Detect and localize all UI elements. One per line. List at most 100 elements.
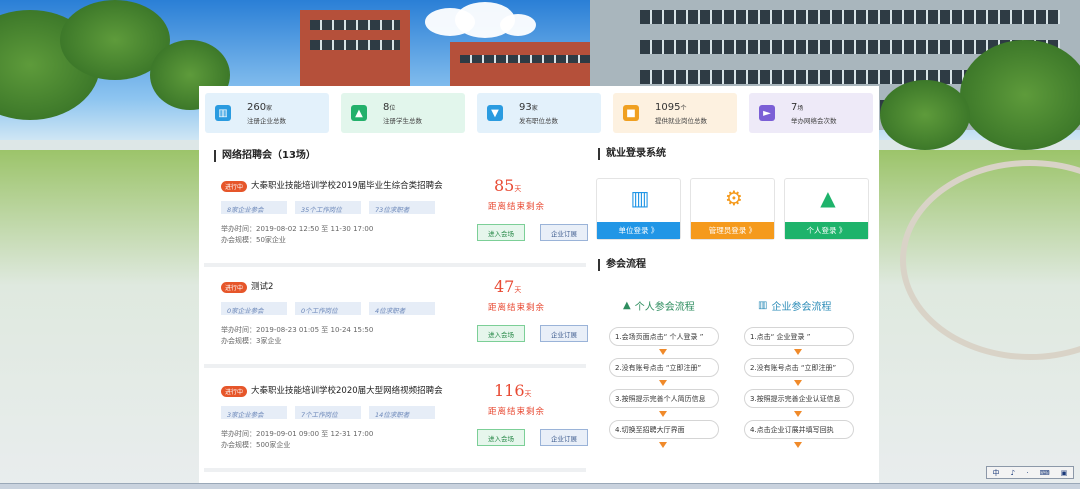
- ime-toolbar: 中 ♪ · ⌨ ▣: [986, 466, 1074, 479]
- flow-step: 3.按照提示完善企业认证信息: [744, 389, 854, 408]
- seeker-count-tag[interactable]: 73位求职者: [369, 201, 435, 214]
- down-arrow-icon: [794, 411, 802, 417]
- building-icon: ▥: [215, 105, 231, 121]
- countdown-label: 距离结束剩余: [488, 303, 546, 313]
- stat-unit: 个: [680, 104, 687, 112]
- stat-unit: 场: [797, 104, 804, 112]
- job-count-tag[interactable]: 7个工作岗位: [295, 406, 361, 419]
- stat-label: 举办网络会次数: [791, 116, 837, 125]
- stat-unit: 家: [531, 104, 538, 112]
- process-section-title: 参会流程: [598, 259, 646, 271]
- company-login-button[interactable]: 单位登录 》: [597, 222, 680, 239]
- enter-venue-button[interactable]: 进入会场: [477, 325, 525, 342]
- briefcase-icon: ■: [623, 105, 639, 121]
- stat-jobs: ■ 1095个提供就业岗位总数: [613, 93, 737, 133]
- fair-card: 进行中 测试2 0家企业参会 0个工作岗位 4位求职者 举办时间：2019-08…: [204, 271, 588, 368]
- countdown-days: 116: [494, 381, 525, 400]
- main-panel: ▥ 260家 注册企业总数 ▲ 8位 注册学生总数 ▼ 93家 发布职位总数 ■ 10…: [199, 86, 879, 486]
- countdown-label: 距离结束剩余: [488, 202, 546, 212]
- down-arrow-icon: [794, 380, 802, 386]
- stat-label: 发布职位总数: [519, 116, 558, 125]
- company-count-tag[interactable]: 8家企业参会: [221, 201, 287, 214]
- video-icon: ►: [759, 105, 775, 121]
- down-arrow-icon: [659, 442, 667, 448]
- fairs-section-title: 网络招聘会（13场）: [214, 150, 316, 162]
- down-arrow-icon: [659, 411, 667, 417]
- fair-title[interactable]: 大秦职业技能培训学校2019届毕业生综合类招聘会: [251, 179, 443, 191]
- admin-login-button[interactable]: 管理员登录 》: [691, 222, 774, 239]
- company-login-card[interactable]: ▥ 单位登录 》: [596, 178, 681, 240]
- stat-students: ▲ 8位 注册学生总数: [341, 93, 465, 133]
- graduation-cap-icon: ▲: [820, 186, 836, 210]
- company-subscribe-button[interactable]: 企业订展: [540, 325, 588, 342]
- stat-positions: ▼ 93家发布职位总数: [477, 93, 601, 133]
- tie-icon: ▼: [487, 105, 503, 121]
- status-badge: 进行中: [221, 386, 248, 397]
- company-flow: ▥ 企业参会流程 1.点击“ 企业登录 ” 2.没有账号点击 “立即注册” 3.按…: [744, 298, 854, 451]
- countdown-unit: 天: [514, 185, 522, 193]
- fair-time: 举办时间：2019-08-23 01:05 至 10-24 15:50: [221, 326, 374, 334]
- stat-value: 1095: [655, 101, 681, 113]
- building-icon: ▥: [758, 300, 768, 311]
- stat-label: 提供就业岗位总数: [655, 116, 707, 125]
- flow-step: 1.会场页面点击“ 个人登录 ”: [609, 327, 719, 346]
- stat-label: 注册企业总数: [247, 116, 286, 125]
- down-arrow-icon: [659, 380, 667, 386]
- admin-user-icon: ⚙: [725, 186, 743, 210]
- fair-title[interactable]: 测试2: [251, 280, 273, 292]
- fair-scale: 办会规模：500家企业: [221, 441, 291, 449]
- flow-step: 2.没有账号点击 “立即注册”: [609, 358, 719, 377]
- admin-login-card[interactable]: ⚙ 管理员登录 》: [690, 178, 775, 240]
- flow-step: 2.没有账号点击 “立即注册”: [744, 358, 854, 377]
- fair-card: 进行中 大秦职业技能培训学校2020届大型网络视频招聘会 3家企业参会 7个工作…: [204, 375, 588, 472]
- flow-step: 3.按照提示完善个人简历信息: [609, 389, 719, 408]
- stat-unit: 位: [389, 104, 396, 112]
- flow-title: 个人参会流程: [634, 302, 695, 313]
- fair-title[interactable]: 大秦职业技能培训学校2020届大型网络视频招聘会: [251, 384, 443, 396]
- stat-label: 注册学生总数: [383, 116, 422, 125]
- countdown-unit: 天: [524, 390, 532, 398]
- moon-icon[interactable]: ♪: [1011, 469, 1015, 477]
- fair-scale: 办会规模：50家企业: [221, 236, 286, 244]
- stat-unit: 家: [266, 104, 273, 112]
- countdown-days: 47: [494, 277, 515, 296]
- company-subscribe-button[interactable]: 企业订展: [540, 429, 588, 446]
- fair-time: 举办时间：2019-09-01 09:00 至 12-31 17:00: [221, 430, 374, 438]
- seeker-count-tag[interactable]: 14位求职者: [369, 406, 435, 419]
- flow-step: 1.点击“ 企业登录 ”: [744, 327, 854, 346]
- enter-venue-button[interactable]: 进入会场: [477, 429, 525, 446]
- graduation-cap-icon: ▲: [351, 105, 367, 121]
- stat-value: 260: [247, 101, 267, 113]
- down-arrow-icon: [794, 349, 802, 355]
- stat-online-fairs: ► 7场 举办网络会次数: [749, 93, 873, 133]
- job-count-tag[interactable]: 35个工作岗位: [295, 201, 361, 214]
- countdown-unit: 天: [514, 286, 522, 294]
- enter-venue-button[interactable]: 进入会场: [477, 224, 525, 241]
- seeker-count-tag[interactable]: 4位求职者: [369, 302, 435, 315]
- graduation-cap-icon: ▲: [623, 300, 631, 311]
- company-building-icon: ▥: [630, 186, 650, 210]
- keyboard-icon[interactable]: ⌨: [1040, 469, 1050, 477]
- personal-login-button[interactable]: 个人登录 》: [785, 222, 868, 239]
- countdown-label: 距离结束剩余: [488, 407, 546, 417]
- job-count-tag[interactable]: 0个工作岗位: [295, 302, 361, 315]
- settings-icon[interactable]: ▣: [1061, 469, 1068, 477]
- fair-scale: 办会规模：3家企业: [221, 337, 282, 345]
- fair-time: 举办时间：2019-08-02 12:50 至 11-30 17:00: [221, 225, 374, 233]
- login-section-title: 就业登录系统: [598, 148, 666, 160]
- company-count-tag[interactable]: 0家企业参会: [221, 302, 287, 315]
- ime-language[interactable]: 中: [993, 468, 1000, 478]
- down-arrow-icon: [659, 349, 667, 355]
- stat-value: 93: [519, 101, 532, 113]
- personal-flow: ▲ 个人参会流程 1.会场页面点击“ 个人登录 ” 2.没有账号点击 “立即注册”…: [609, 298, 719, 451]
- flow-title: 企业参会流程: [771, 302, 832, 313]
- status-badge: 进行中: [221, 282, 248, 293]
- flow-step: 4.切换至招聘大厅界面: [609, 420, 719, 439]
- company-subscribe-button[interactable]: 企业订展: [540, 224, 588, 241]
- fair-card: 进行中 大秦职业技能培训学校2019届毕业生综合类招聘会 8家企业参会 35个工…: [204, 170, 588, 267]
- personal-login-card[interactable]: ▲ 个人登录 》: [784, 178, 869, 240]
- punctuation-icon[interactable]: ·: [1026, 469, 1028, 477]
- company-count-tag[interactable]: 3家企业参会: [221, 406, 287, 419]
- stats-bar: ▥ 260家 注册企业总数 ▲ 8位 注册学生总数 ▼ 93家 发布职位总数 ■ 10…: [199, 86, 879, 133]
- down-arrow-icon: [794, 442, 802, 448]
